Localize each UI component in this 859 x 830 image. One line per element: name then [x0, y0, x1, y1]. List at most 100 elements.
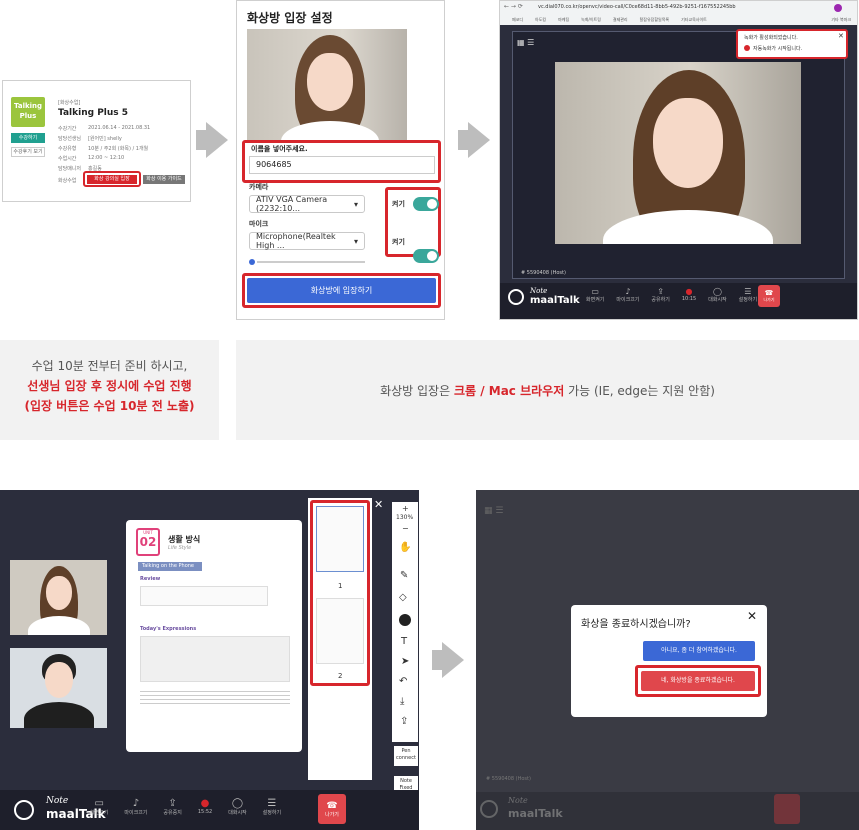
browser-window: ← → ⟳ vc.dial070.co.kr/openvc/video-call…	[499, 0, 858, 320]
grid-view-icon[interactable]: ▦ ☰	[517, 38, 534, 47]
zoom-out-icon[interactable]: −	[402, 524, 409, 533]
enter-room-button[interactable]: 화상방에 입장하기	[247, 278, 436, 303]
close-icon[interactable]: ✕	[838, 32, 844, 40]
chat-icon: ◯	[712, 287, 722, 296]
bookmarks-bar: 페코디 아도킹 마케팅 녹화/이트링 결제관리 탈잡유잡할일목록 기타교육사이트…	[500, 15, 857, 25]
drawing-toolbar: + 130% − ✋ ✎ ◇ T ➤ ↶ ⤓ ⇪	[392, 502, 418, 742]
brand-logo-icon	[14, 800, 34, 820]
page-thumb-2[interactable]	[316, 598, 364, 664]
caption-left: 수업 10분 전부터 준비 하시고, 선생님 입장 후 정시에 수업 진행 (입…	[0, 340, 219, 440]
user-tag: # 5590408 (Host)	[521, 270, 566, 276]
review-box	[140, 586, 268, 606]
zoom-level: 130%	[396, 514, 414, 521]
pen-icon[interactable]: ✎	[400, 570, 408, 581]
enter-label: 화상수업	[58, 178, 77, 184]
brand-name: maalTalk	[508, 807, 563, 820]
bookmark-item[interactable]: 결제관리	[613, 17, 628, 23]
stay-button[interactable]: 아니요, 좀 더 참여하겠습니다.	[643, 641, 755, 661]
nav-arrows-icon[interactable]: ← → ⟳	[504, 3, 523, 10]
eraser-icon[interactable]: ◇	[399, 592, 407, 603]
browser-address-bar: ← → ⟳ vc.dial070.co.kr/openvc/video-call…	[500, 1, 857, 15]
page-thumb-1[interactable]	[316, 506, 364, 572]
guide-button[interactable]: 화상 이용 가이드	[143, 175, 185, 184]
remote-video	[555, 62, 801, 244]
recording-notice: 녹화가 활성화되었습니다. ✕ 자동녹화가 시작됩니다.	[736, 29, 848, 59]
url-text[interactable]: vc.dial070.co.kr/openvc/video-call/C0ce6…	[538, 4, 788, 10]
camera-on-button[interactable]: ▭ 화면켜기	[586, 287, 604, 303]
entry-title: 화상방 입장 설정	[247, 11, 333, 25]
hand-icon[interactable]: ✋	[399, 542, 411, 553]
unit-subtitle: Life Style	[168, 545, 192, 551]
bookmark-item[interactable]: 기타 북마크	[831, 17, 851, 23]
camera-select[interactable]: ATIV VGA Camera (2232:10... ▾	[249, 195, 365, 213]
share-stop-button[interactable]: ⇪ 공유중지	[163, 798, 181, 816]
page-number-1: 1	[338, 582, 343, 590]
upload-icon[interactable]: ⇪	[400, 716, 408, 727]
name-input[interactable]: 9064685	[249, 156, 435, 174]
settings-icon: ☰	[267, 798, 277, 809]
bookmark-item[interactable]: 마케팅	[558, 17, 569, 23]
enter-classroom-button[interactable]: 화상 강의실 입장	[87, 175, 137, 184]
bookmark-item[interactable]: 탈잡유잡할일목록	[640, 17, 669, 23]
exit-button[interactable]: ☎ 나가기	[318, 794, 346, 824]
text-icon[interactable]: T	[401, 636, 407, 647]
chat-button[interactable]: ◯ 대화시작	[228, 798, 246, 816]
review-button[interactable]: 수강후기 보기	[11, 147, 45, 157]
bookmark-item[interactable]: 녹화/이트링	[581, 17, 601, 23]
camera-preview	[247, 29, 407, 141]
mic-toggle[interactable]	[413, 249, 439, 263]
caption-left-line1: 수업 10분 전부터 준비 하시고,	[31, 359, 188, 373]
course-info-list: 수강기간 2021.06.14 - 2021.08.31 담당선생님 [원어민] s…	[58, 125, 183, 175]
notice-title: 녹화가 활성화되었습니다.	[744, 35, 798, 41]
exit-button[interactable]: ☎ 나가기	[758, 285, 780, 307]
bookmark-item[interactable]: 기타교육사이트	[681, 17, 707, 23]
exit-button-dimmed	[774, 794, 800, 824]
close-icon[interactable]: ✕	[374, 498, 383, 511]
student-video	[10, 648, 107, 728]
mic-off-button[interactable]: ♪ 마이크끄기	[616, 287, 639, 303]
profile-avatar[interactable]	[834, 4, 842, 12]
color-icon[interactable]	[399, 614, 411, 626]
camera-toggle[interactable]	[413, 197, 439, 211]
share-icon: ⇪	[168, 798, 177, 809]
settings-button[interactable]: ☰ 설정하기	[263, 798, 281, 816]
end-button[interactable]: 네, 화상방을 종료하겠습니다.	[641, 671, 755, 691]
course-title: Talking Plus 5	[58, 108, 129, 118]
mic-icon: ♪	[132, 798, 140, 809]
enroll-button[interactable]: 수강하기	[11, 133, 45, 143]
caption-right-post: 가능 (IE, edge는 지원 안함)	[564, 383, 715, 398]
entry-settings-panel: 화상방 입장 설정 이름을 넣어주세요. 9064685 카메라 ATIV VG…	[236, 0, 445, 320]
mic-label: 마이크	[249, 220, 269, 228]
pen-connect-button[interactable]: Pen connect	[394, 746, 418, 766]
bookmark-item[interactable]: 페코디	[512, 17, 523, 23]
undo-icon[interactable]: ↶	[399, 676, 407, 687]
mic-icon: ♪	[625, 287, 631, 296]
share-button[interactable]: ⇪ 공유하기	[651, 287, 669, 303]
mic-toggle-label: 켜기	[392, 238, 405, 246]
record-timer: ● 10:15	[681, 287, 697, 302]
download-icon[interactable]: ⤓	[400, 696, 404, 707]
camera-toggle-label: 켜기	[392, 200, 405, 208]
mic-select[interactable]: Microphone(Realtek High ... ▾	[249, 232, 365, 250]
pointer-icon[interactable]: ➤	[401, 656, 409, 667]
settings-button[interactable]: ☰ 설정하기	[739, 287, 757, 303]
chevron-down-icon: ▾	[353, 199, 358, 209]
record-icon	[744, 45, 750, 51]
zoom-in-icon[interactable]: +	[402, 504, 409, 513]
course-badge: Talking Plus	[11, 97, 45, 127]
camera-label: 카메라	[249, 183, 269, 191]
user-tag: # 5590408 (Host)	[486, 776, 531, 782]
brand-logo-icon	[480, 800, 498, 818]
mic-level-icon	[249, 259, 255, 265]
bookmark-item[interactable]: 아도킹	[535, 17, 546, 23]
chat-button[interactable]: ◯ 대화시작	[708, 287, 726, 303]
lesson-page: UNIT 02 생활 방식 Life Style Talking on the …	[126, 520, 302, 752]
mic-off-button[interactable]: ♪ 마이크끄기	[124, 798, 147, 816]
exit-window: ▦ ☰ # 5590408 (Host) Note maalTalk 화상을 종…	[476, 490, 859, 830]
hangup-icon: ☎	[326, 800, 338, 811]
close-icon[interactable]: ✕	[747, 609, 757, 623]
exit-dialog: 화상을 종료하시겠습니까? ✕ 아니요, 좀 더 참여하겠습니다. 네, 화상방…	[571, 605, 767, 717]
unit-badge: UNIT 02	[136, 528, 160, 556]
camera-off-button[interactable]: ▭ 화면끄기	[90, 798, 108, 816]
chat-icon: ◯	[231, 798, 244, 809]
